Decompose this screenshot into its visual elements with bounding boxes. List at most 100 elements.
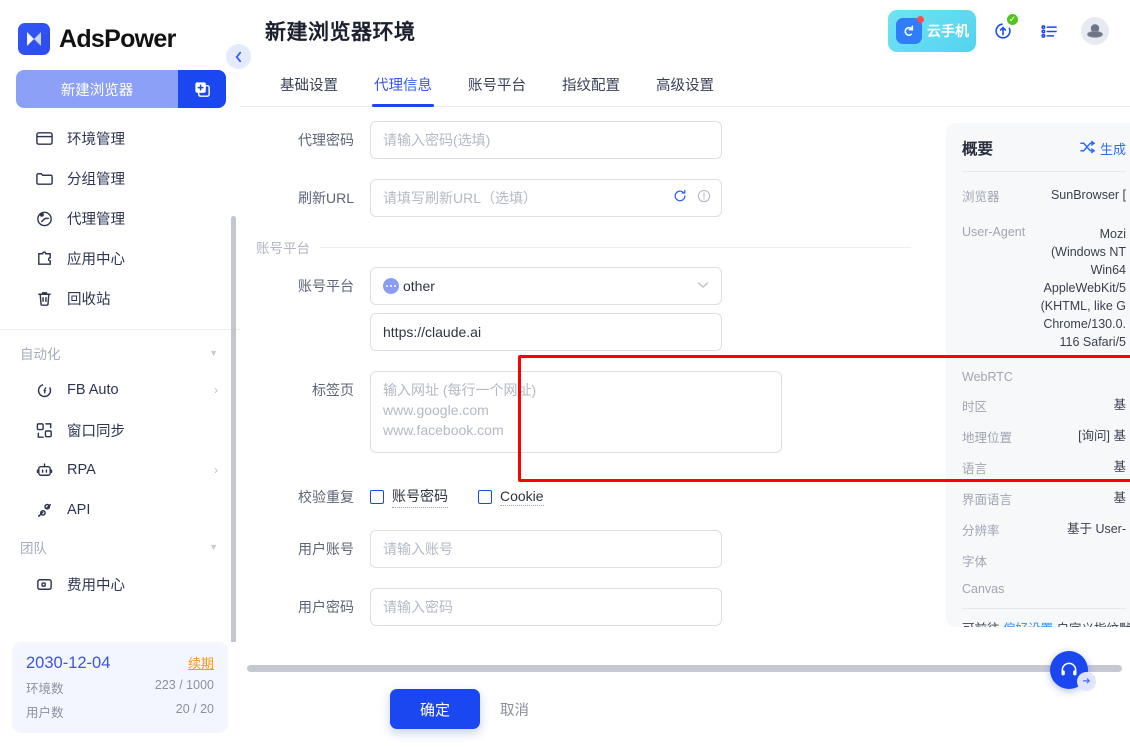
sidebar-item-billing-center[interactable]: 费用中心 [0,564,240,604]
user-avatar-button[interactable] [1076,10,1114,52]
other-platform-icon [383,278,399,294]
sidebar-item-browser-management[interactable]: 环境管理 [0,118,240,158]
preferences-link[interactable]: 偏好设置 [1003,622,1053,627]
support-button[interactable]: ➜ [1050,651,1088,689]
chevron-right-icon: › [214,383,218,397]
brand-name: AdsPower [59,25,176,54]
tabs-field-textarea[interactable] [370,371,782,453]
proxy-password-input[interactable] [370,121,722,159]
proxy-password-row: 代理密码 [240,121,920,159]
sidebar-item-window-sync[interactable]: 窗口同步 [0,410,240,450]
user-account-input[interactable] [370,530,722,568]
task-list-button[interactable] [1030,10,1068,52]
sidebar-group-label: 自动化 [20,343,61,363]
summary-value: SunBrowser [ [1051,186,1126,204]
tab-account-platform[interactable]: 账号平台 [450,74,544,106]
tab-fingerprint-config[interactable]: 指纹配置 [544,74,638,106]
sidebar-item-proxy-management[interactable]: 代理管理 [0,198,240,238]
browser-window-icon [34,128,54,148]
topbar: 新建浏览器环境 云手机 ✓ [240,0,1130,62]
license-row-value: 20 / 20 [176,702,214,721]
tab-basic-settings[interactable]: 基础设置 [262,74,356,106]
license-row: 环境数 223 / 1000 [26,678,214,697]
cloud-phone-button[interactable]: 云手机 [888,10,976,52]
checkbox-account-password[interactable]: 账号密码 [370,486,448,508]
top-actions: 云手机 ✓ [888,10,1114,52]
refresh-url-row: 刷新URL [240,179,920,217]
brand: AdsPower [0,0,240,62]
sidebar-item-fb-auto[interactable]: FB Auto › [0,370,240,410]
sidebar-collapse-button[interactable] [226,44,251,69]
main-panel: 新建浏览器环境 云手机 ✓ [240,0,1130,747]
sidebar-group-team[interactable]: 团队 ▼ [0,530,240,564]
tabs-field-row: 标签页 [240,371,920,458]
checkbox-box[interactable] [478,490,492,504]
refresh-url-input[interactable] [370,179,722,217]
sidebar-group-automation[interactable]: 自动化 ▼ [0,336,240,370]
license-expiry-date: 2030-12-04 [26,654,110,673]
summary-row: 浏览器 SunBrowser [ [962,180,1126,211]
summary-value: Mozi (Windows NT Win64 AppleWebKit/5 (KH… [1041,225,1126,351]
sidebar-item-recycle-bin[interactable]: 回收站 [0,278,240,318]
sidebar-item-api[interactable]: API [0,490,240,530]
sidebar-item-label: API [67,502,90,518]
summary-value: [询问] 基 [1078,427,1126,445]
account-platform-url-input[interactable] [370,313,722,351]
sidebar-item-group-management[interactable]: 分组管理 [0,158,240,198]
add-window-icon[interactable] [178,70,226,108]
tab-proxy-info[interactable]: 代理信息 [356,74,450,106]
arrow-right-icon[interactable]: ➜ [1077,672,1096,691]
account-platform-select[interactable]: other [370,267,722,305]
summary-key: 时区 [962,396,987,415]
tab-bar: 基础设置 代理信息 账号平台 指纹配置 高级设置 [240,62,1130,107]
sidebar-item-label: 回收站 [67,288,111,309]
checkbox-box[interactable] [370,490,384,504]
sidebar-item-label: FB Auto [67,382,119,398]
adspower-logo-icon [18,23,50,55]
checkbox-label: 账号密码 [392,486,448,508]
summary-value: 基 [1113,458,1126,476]
puzzle-icon [34,248,54,268]
billing-card-icon [34,574,54,594]
summary-key: 语言 [962,458,987,477]
summary-divider [962,171,1126,172]
verify-duplicate-label: 校验重复 [240,478,370,516]
sidebar-scrollbar[interactable] [231,216,236,642]
tab-advanced-settings[interactable]: 高级设置 [638,74,732,106]
verify-duplicate-row: 校验重复 账号密码 Cookie [240,478,920,516]
caret-down-icon: ▼ [209,348,218,358]
upload-sync-button[interactable]: ✓ [984,10,1022,52]
user-password-input[interactable] [370,588,722,626]
sidebar-item-label: 分组管理 [67,168,125,189]
sidebar-item-label: 费用中心 [67,574,125,595]
caret-down-icon: ▼ [209,542,218,552]
summary-key: WebRTC [962,370,1013,384]
proxy-password-label: 代理密码 [240,121,370,159]
sidebar-group-label: 团队 [20,537,47,557]
info-circle-icon[interactable] [696,188,712,209]
generate-fingerprint-button[interactable]: 生成 [1080,139,1126,158]
user-password-row: 用户密码 [240,588,920,626]
sidebar-item-rpa[interactable]: RPA › [0,450,240,490]
refresh-icon[interactable] [672,188,688,209]
new-browser-button[interactable]: 新建浏览器 [16,70,226,108]
summary-value: 基 [1113,489,1126,507]
license-row: 用户数 20 / 20 [26,702,214,721]
cancel-button[interactable]: 取消 [486,689,543,729]
license-row-key: 用户数 [26,702,64,721]
generate-label: 生成 [1100,139,1126,158]
sidebar-item-label: 应用中心 [67,248,125,269]
renew-link[interactable]: 续期 [188,653,214,672]
horizontal-scrollbar[interactable] [247,665,1122,672]
robot-icon [34,460,54,480]
facebook-refresh-icon [34,380,54,400]
content-area: 代理密码 刷新URL [240,107,1130,671]
checkbox-cookie[interactable]: Cookie [478,488,544,506]
confirm-button[interactable]: 确定 [390,689,480,729]
sync-ok-badge: ✓ [1005,12,1020,27]
summary-key: Canvas [962,582,1004,596]
section-divider [320,247,911,248]
user-avatar-icon [1081,17,1109,45]
sidebar-item-app-center[interactable]: 应用中心 [0,238,240,278]
cloud-phone-icon [896,18,922,44]
